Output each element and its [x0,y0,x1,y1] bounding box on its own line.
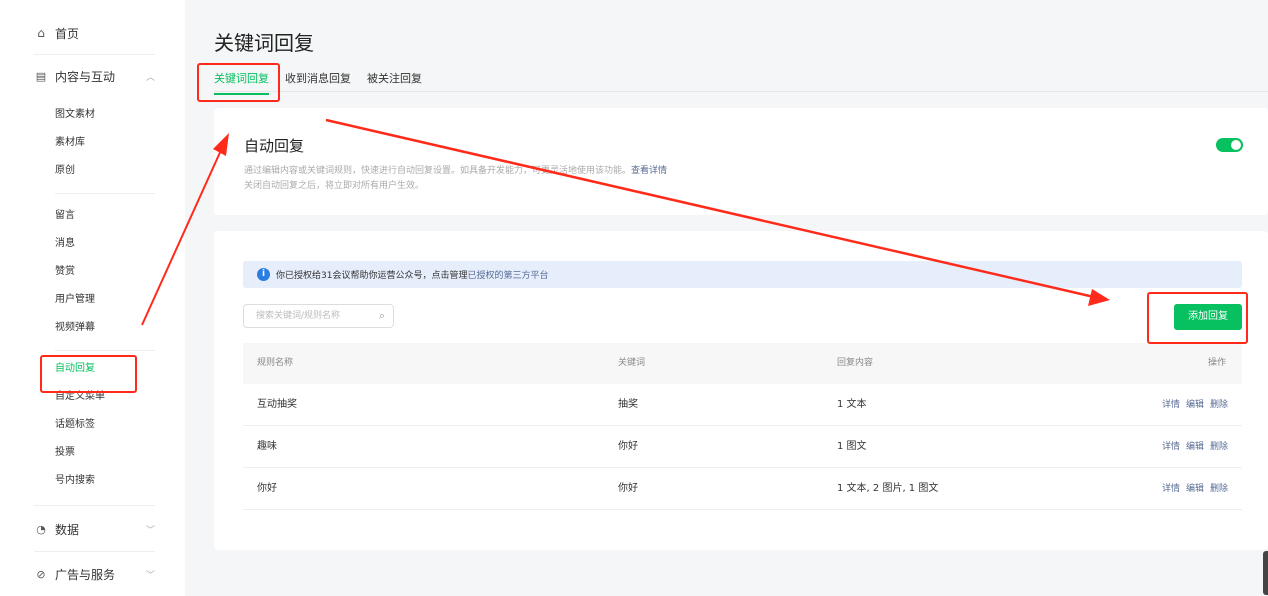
notice-text: 你已授权给31会议帮助你运营公众号，点击管理 [276,271,468,281]
rule-keyword: 抽奖 [618,399,638,410]
annotation-box-tab [197,63,280,102]
rule-content: 1 图文 [837,441,867,452]
sidebar: ⌂ 首页 ▤ 内容与互动 ︿ 图文素材 素材库 原创 留言 消息 赞赏 用户管理… [0,0,185,596]
details-link[interactable]: 详情 [1162,442,1180,452]
annotation-box-sidebar [40,355,137,393]
row-actions: 详情 编辑 删除 [1156,384,1228,426]
sidebar-group-label: 内容与互动 [55,69,116,84]
sidebar-divider [55,350,155,351]
chevron-down-icon: ﹀ [145,570,155,581]
sidebar-item-messages[interactable]: 消息 [0,230,185,258]
row-actions: 详情 编辑 删除 [1156,426,1228,468]
tab-divider [214,91,1268,92]
details-link[interactable]: 详情 [1162,484,1180,494]
sidebar-item-comments[interactable]: 留言 [0,202,185,230]
annotation-box-add-button [1147,292,1248,344]
column-header: 关键词 [618,358,646,368]
sidebar-group-data[interactable]: ◔ 数据 ﹀ [0,518,185,540]
table-row: 趣味 你好 1 图文 详情 编辑 删除 [243,426,1242,468]
view-details-link[interactable]: 查看详情 [631,166,667,176]
column-header: 规则名称 [257,358,294,368]
sidebar-item-reward[interactable]: 赞赏 [0,258,185,286]
rule-content: 1 文本, 2 图片, 1 图文 [837,483,939,494]
auto-reply-toggle[interactable] [1216,138,1243,152]
column-header: 操作 [1207,358,1226,368]
description-text: 通过编辑内容或关键词规则，快速进行自动回复设置。如具备开发能力，可更灵活地使用该… [244,166,632,176]
info-icon: i [257,268,270,281]
rule-content: 1 文本 [837,399,867,410]
rule-name: 你好 [257,483,277,494]
rule-keyword: 你好 [618,441,638,452]
auto-reply-title: 自动回复 [244,137,305,155]
delete-link[interactable]: 删除 [1210,484,1228,494]
rule-name: 互动抽奖 [257,399,297,410]
sidebar-group-label: 数据 [55,522,80,537]
third-party-link[interactable]: 已授权的第三方平台 [467,268,548,281]
toggle-knob [1231,140,1241,150]
sidebar-item-home[interactable]: ⌂ 首页 [0,22,185,44]
search-placeholder: 搜索关键词/规则名称 [256,311,341,321]
delete-link[interactable]: 删除 [1210,442,1228,452]
sidebar-group-label: 广告与服务 [55,567,116,582]
search-input[interactable]: 搜索关键词/规则名称 ⌕ [243,304,394,328]
scrollbar[interactable] [1263,551,1268,595]
edit-link[interactable]: 编辑 [1186,400,1204,410]
search-icon: ⌕ [378,309,385,322]
sidebar-item-users[interactable]: 用户管理 [0,286,185,314]
sidebar-group-content[interactable]: ▤ 内容与互动 ︿ [0,65,185,87]
table-row: 互动抽奖 抽奖 1 文本 详情 编辑 删除 [243,384,1242,426]
sidebar-group-ads[interactable]: ⊘ 广告与服务 ﹀ [0,563,185,585]
rule-name: 趣味 [257,441,277,452]
edit-link[interactable]: 编辑 [1186,484,1204,494]
table-header: 规则名称 关键词 回复内容 操作 [243,343,1242,384]
sidebar-item-articles[interactable]: 图文素材 [0,101,185,129]
document-icon: ▤ [35,69,47,83]
auto-reply-description: 通过编辑内容或关键词规则，快速进行自动回复设置。如具备开发能力，可更灵活地使用该… [244,163,667,176]
page-title: 关键词回复 [214,31,314,55]
sidebar-item-topic-tags[interactable]: 话题标签 [0,411,185,439]
sidebar-divider [55,193,155,194]
chevron-down-icon: ﹀ [145,525,155,536]
compass-icon: ⊘ [36,567,46,581]
delete-link[interactable]: 删除 [1210,400,1228,410]
sidebar-item-library[interactable]: 素材库 [0,129,185,157]
table-row: 你好 你好 1 文本, 2 图片, 1 图文 详情 编辑 删除 [243,468,1242,510]
edit-link[interactable]: 编辑 [1186,442,1204,452]
sidebar-item-search[interactable]: 号内搜索 [0,467,185,495]
details-link[interactable]: 详情 [1162,400,1180,410]
row-actions: 详情 编辑 删除 [1156,468,1228,510]
rules-card: i 你已授权给31会议帮助你运营公众号，点击管理 已授权的第三方平台 搜索关键词/… [214,231,1268,550]
clock-chart-icon: ◔ [36,522,46,536]
auto-reply-note: 关闭自动回复之后，将立即对所有用户生效。 [244,181,425,191]
sidebar-item-label: 首页 [55,26,80,41]
auto-reply-card: 自动回复 通过编辑内容或关键词规则，快速进行自动回复设置。如具备开发能力，可更灵… [214,108,1268,215]
column-header: 回复内容 [837,358,874,368]
sidebar-item-original[interactable]: 原创 [0,157,185,185]
home-icon: ⌂ [37,26,45,40]
chevron-up-icon: ︿ [145,72,155,83]
authorization-notice: i 你已授权给31会议帮助你运营公众号，点击管理 已授权的第三方平台 [243,261,1242,288]
sidebar-item-danmaku[interactable]: 视频弹幕 [0,314,185,342]
sidebar-item-vote[interactable]: 投票 [0,439,185,467]
rule-keyword: 你好 [618,483,638,494]
